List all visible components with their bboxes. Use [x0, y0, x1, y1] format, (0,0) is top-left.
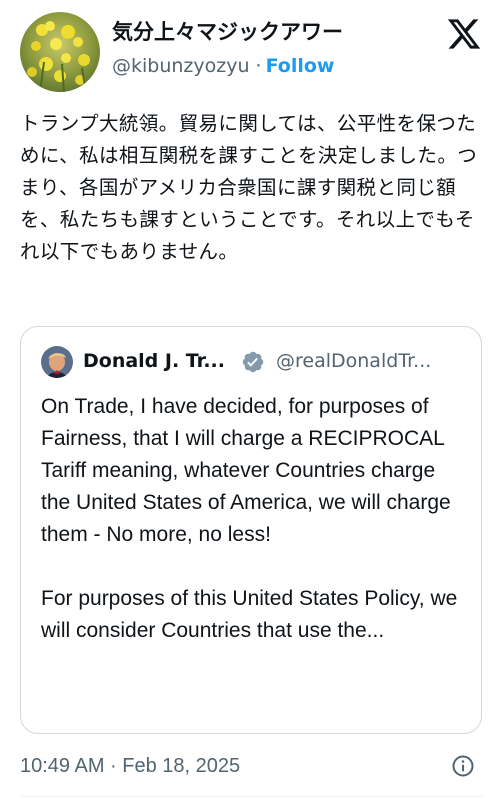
follow-button[interactable]: Follow [266, 55, 335, 77]
x-logo-icon[interactable] [446, 16, 482, 52]
quoted-avatar-portrait-icon [41, 346, 73, 378]
separator-dot: · [255, 55, 262, 77]
quoted-author-name[interactable]: Donald J. Tr... [83, 347, 225, 375]
quoted-author-avatar[interactable] [41, 346, 73, 378]
verified-badge-icon [242, 351, 264, 373]
tweet-timestamp[interactable]: 10:49 AM · Feb 18, 2025 [20, 752, 240, 780]
tweet-card: 気分上々マジックアワー @kibunzyozyu · Follow トランプ大統領。… [0, 0, 503, 800]
quoted-tweet[interactable]: Donald J. Tr... @realDonaldTr... On Trad… [20, 326, 482, 734]
author-avatar[interactable] [20, 12, 100, 92]
avatar-flower-photo-icon [20, 12, 100, 92]
quoted-author-handle[interactable]: @realDonaldTr... [276, 347, 431, 375]
author-display-name[interactable]: 気分上々マジックアワー [112, 18, 442, 46]
quoted-paragraph-1: On Trade, I have decided, for purposes o… [41, 395, 451, 546]
quoted-paragraph-2: For purposes of this United States Polic… [41, 587, 458, 642]
author-handle-row: @kibunzyozyu · Follow [112, 54, 442, 78]
author-handle[interactable]: @kibunzyozyu [112, 55, 250, 77]
quoted-tweet-text: On Trade, I have decided, for purposes o… [41, 391, 461, 647]
tweet-header: 気分上々マジックアワー @kibunzyozyu · Follow [20, 12, 490, 92]
tweet-text: トランプ大統領。貿易に関しては、公平性を保つために、私は相互関税を課すことを決定… [20, 112, 478, 263]
footer-divider [20, 796, 483, 797]
author-info: 気分上々マジックアワー @kibunzyozyu · Follow [112, 18, 442, 78]
info-icon[interactable] [451, 754, 475, 778]
